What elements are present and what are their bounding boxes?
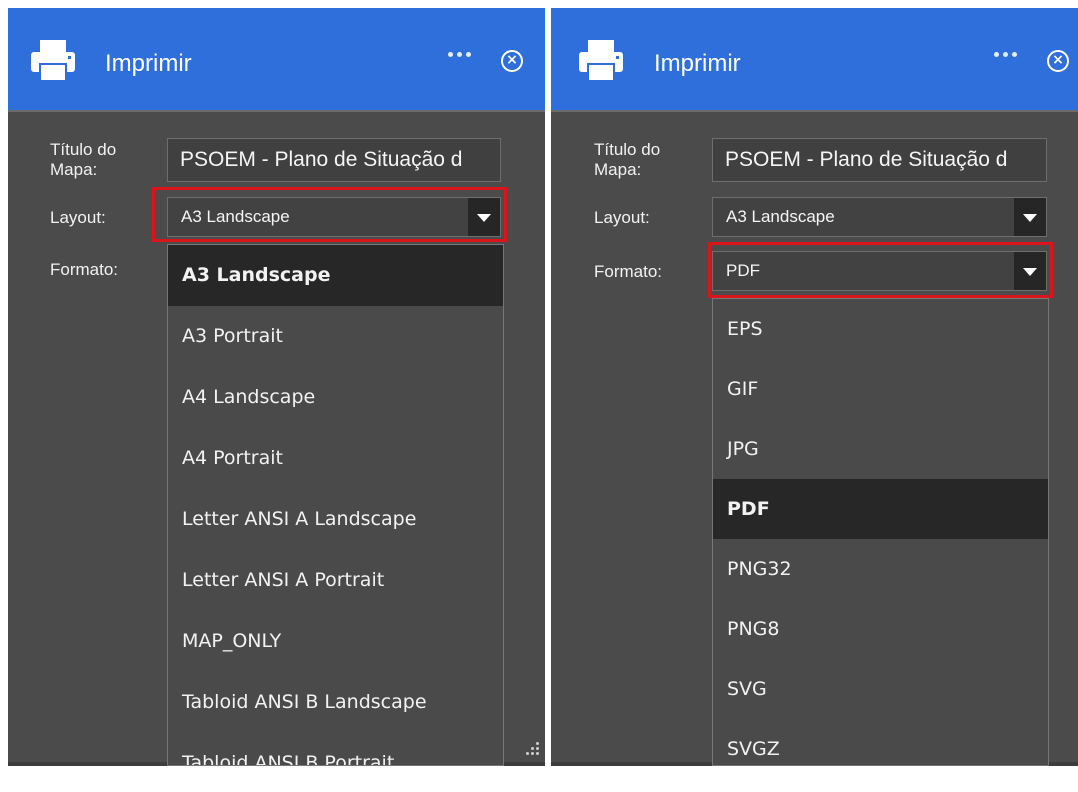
format-option[interactable]: PDF (713, 479, 1048, 539)
chevron-down-icon[interactable] (1014, 198, 1046, 236)
layout-dropdown-list: A3 Landscape A3 Portrait A4 Landscape A4… (167, 244, 504, 766)
layout-label: Layout: (50, 208, 106, 227)
format-option[interactable]: PNG8 (713, 599, 1048, 659)
map-title-input[interactable]: PSOEM - Plano de Situação d (712, 138, 1047, 182)
map-title-label: Título do Mapa: (594, 140, 661, 179)
layout-option[interactable]: Letter ANSI A Portrait (168, 550, 503, 611)
format-option[interactable]: SVG (713, 659, 1048, 719)
layout-option[interactable]: A4 Portrait (168, 428, 503, 489)
map-title-label: Título do Mapa: (50, 140, 117, 179)
layout-option[interactable]: Letter ANSI A Landscape (168, 489, 503, 550)
panel-title: Imprimir (105, 50, 192, 77)
more-options-icon[interactable] (448, 52, 476, 60)
format-highlight (708, 242, 1053, 298)
format-label: Formato: (594, 262, 663, 281)
printer-icon (31, 40, 75, 82)
resize-grip-icon[interactable] (526, 742, 540, 756)
layout-option[interactable]: MAP_ONLY (168, 611, 503, 672)
printer-icon (579, 40, 623, 82)
print-panel-layout: Imprimir × Título do Mapa: PSOEM - Plano… (8, 8, 545, 766)
layout-option[interactable]: Tabloid ANSI B Portrait (168, 733, 503, 765)
layout-option[interactable]: Tabloid ANSI B Landscape (168, 672, 503, 733)
map-title-input[interactable]: PSOEM - Plano de Situação d (167, 138, 501, 182)
panel-header: Imprimir × (8, 8, 545, 112)
panel-header: Imprimir × (551, 8, 1078, 112)
layout-option[interactable]: A3 Landscape (168, 245, 503, 306)
print-panel-format: Imprimir × Título do Mapa: PSOEM - Plano… (551, 8, 1078, 766)
more-options-icon[interactable] (994, 52, 1022, 60)
format-label: Formato: (50, 260, 119, 279)
format-option[interactable]: EPS (713, 299, 1048, 359)
format-option[interactable]: SVGZ (713, 719, 1048, 765)
format-option[interactable]: JPG (713, 419, 1048, 479)
layout-option[interactable]: A3 Portrait (168, 306, 503, 367)
format-option[interactable]: PNG32 (713, 539, 1048, 599)
close-icon[interactable]: × (1047, 50, 1069, 72)
panel-title: Imprimir (654, 50, 741, 77)
layout-highlight (152, 187, 507, 242)
close-icon[interactable]: × (501, 50, 523, 72)
layout-select[interactable]: A3 Landscape (712, 197, 1047, 237)
layout-select-value: A3 Landscape (726, 207, 835, 226)
format-option[interactable]: GIF (713, 359, 1048, 419)
layout-option[interactable]: A4 Landscape (168, 367, 503, 428)
format-dropdown-list: EPS GIF JPG PDF PNG32 PNG8 SVG SVGZ (712, 298, 1049, 766)
layout-label: Layout: (594, 208, 650, 227)
